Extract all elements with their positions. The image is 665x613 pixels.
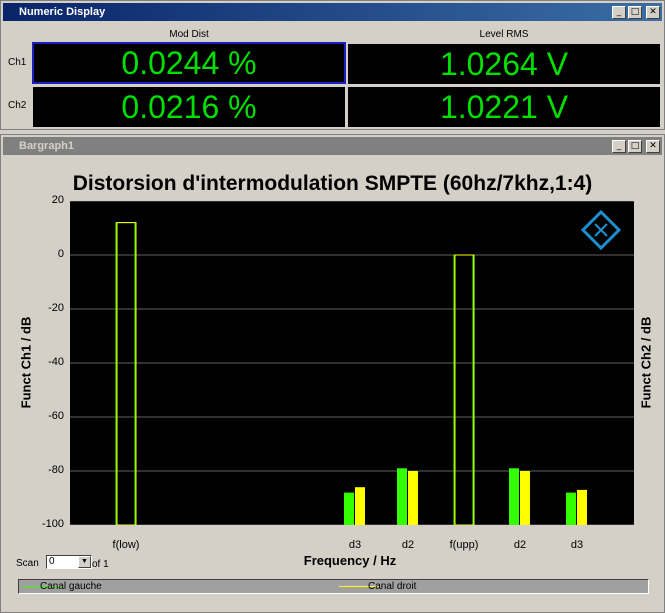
window-title: Bargraph1: [19, 140, 75, 152]
bar-right: [408, 471, 418, 525]
y-tick-label: 20: [51, 194, 64, 206]
brand-logo-icon: [580, 209, 622, 251]
bar-right: [454, 254, 475, 525]
bargraph-titlebar[interactable]: Bargraph1 _ □ ✕: [3, 137, 662, 155]
scan-label: Scan: [16, 558, 39, 569]
bar-left: [397, 468, 407, 525]
x-tick-label: f(upp): [449, 539, 479, 551]
bar-chart: [70, 201, 634, 525]
window-title: Numeric Display: [19, 6, 106, 18]
y-tick-label: -100: [41, 518, 64, 530]
bar-left: [453, 254, 474, 525]
x-axis-label: Frequency / Hz: [303, 553, 397, 568]
plot-area: [70, 201, 634, 525]
maximize-button[interactable]: □: [628, 139, 642, 153]
minimize-button[interactable]: _: [612, 5, 626, 19]
scan-select[interactable]: 0 ▼: [46, 555, 92, 569]
close-button[interactable]: ✕: [646, 139, 660, 153]
x-tick-label: f(low): [112, 539, 140, 551]
row-label-ch2: Ch2: [8, 100, 27, 111]
chevron-down-icon[interactable]: ▼: [78, 556, 91, 568]
row-label-ch1: Ch1: [8, 57, 27, 68]
chart-title: Distorsion d'intermodulation SMPTE (60hz…: [72, 172, 593, 195]
bar-left: [344, 492, 354, 525]
y-tick-label: -20: [48, 302, 64, 314]
bar-right: [355, 487, 365, 525]
x-tick-label: d2: [513, 539, 527, 551]
y-tick-label: -60: [48, 410, 64, 422]
numeric-display-titlebar[interactable]: Numeric Display _ □ ✕: [3, 3, 662, 21]
minimize-button[interactable]: _: [612, 139, 626, 153]
y-tick-label: -40: [48, 356, 64, 368]
x-tick-label: d3: [348, 539, 362, 551]
ch1-level-rms-value[interactable]: 1.0264 V: [348, 44, 660, 84]
y-tick-label: -80: [48, 464, 64, 476]
ch1-mod-dist-value[interactable]: 0.0244 %: [32, 42, 346, 84]
column-header-mod-dist: Mod Dist: [169, 29, 209, 40]
y-tick-label: 0: [57, 248, 64, 260]
legend: Canal gauche Canal droit: [18, 579, 649, 594]
bar-left: [115, 222, 136, 525]
column-header-level-rms: Level RMS: [479, 29, 529, 40]
y-axis-label-right: Funct Ch2 / dB: [638, 316, 654, 409]
bar-left: [509, 468, 519, 525]
x-tick-label: d3: [570, 539, 584, 551]
bar-right: [577, 489, 587, 525]
bar-left: [566, 492, 576, 525]
numeric-display-window: Numeric Display _ □ ✕ Mod Dist Level RMS…: [0, 0, 665, 130]
legend-label-left: Canal gauche: [40, 581, 102, 592]
x-tick-label: d2: [401, 539, 415, 551]
ch2-level-rms-value[interactable]: 1.0221 V: [348, 87, 660, 127]
legend-label-right: Canal droit: [368, 581, 417, 592]
bar-right: [520, 471, 530, 525]
ch2-mod-dist-value[interactable]: 0.0216 %: [33, 87, 345, 127]
scan-of-label: of 1: [92, 559, 109, 570]
y-axis-label-left: Funct Ch1 / dB: [18, 316, 34, 409]
bar-right: [116, 222, 137, 525]
close-button[interactable]: ✕: [646, 5, 660, 19]
maximize-button[interactable]: □: [628, 5, 642, 19]
scan-value: 0: [49, 556, 55, 567]
